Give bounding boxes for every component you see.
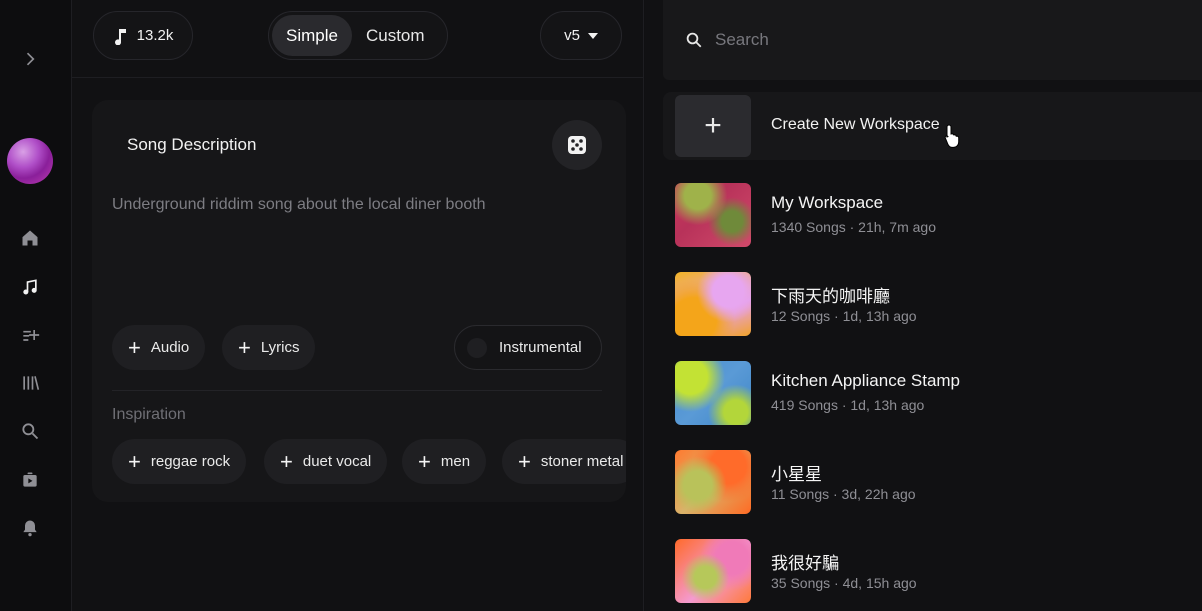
plus-icon: + [280,448,293,474]
workspace-thumbnail [675,539,751,603]
plus-icon: + [238,334,251,360]
plus-icon: + [128,448,141,474]
workspace-thumbnail [675,361,751,425]
workspace-meta: 1340 Songs · 21h, 7m ago [771,219,937,235]
add-audio-label: Audio [150,339,190,356]
credits-button[interactable]: 13.2k [93,11,193,60]
workspace-meta: 12 Songs · 1d, 13h ago [771,308,917,324]
create-topbar: 13.2k Simple Custom v5 [72,0,644,78]
plus-icon: + [418,448,431,474]
tag-label: duet vocal [302,453,372,470]
card-title: Song Description [127,135,257,154]
plus-icon: + [128,334,141,360]
tag-chip[interactable]: + reggae rock [112,439,247,484]
tag-chip[interactable]: + men [402,439,487,484]
song-description-input[interactable]: Underground riddim song about the local … [112,194,592,216]
library-icon[interactable] [18,371,42,395]
toggle-knob [467,337,487,358]
workspace-item[interactable]: 小星星 11 Songs · 3d, 22h ago [675,450,1195,516]
avatar[interactable] [7,138,53,184]
song-description-card: Song Description Underground riddim song… [92,100,626,502]
chevron-right-icon[interactable] [18,47,42,71]
plus-icon: + [675,95,751,157]
divider [112,390,602,391]
playlist-add-icon[interactable] [18,323,42,347]
app-window: 13.2k Simple Custom v5 Song Description [0,0,1202,611]
workspace-thumbnail [675,183,751,247]
add-lyrics-label: Lyrics [260,339,300,356]
music-note-icon [114,28,126,45]
tag-chip[interactable]: + duet vocal [264,439,388,484]
tag-chip[interactable]: + stoner metal [502,439,626,484]
instrumental-toggle[interactable]: Instrumental [454,325,602,370]
search-icon [686,32,702,48]
workspace-meta: 35 Songs · 4d, 15h ago [771,575,917,591]
create-music-icon[interactable] [18,275,42,299]
workspace-name: 小星星 [771,465,822,484]
tag-label: stoner metal [540,453,624,470]
bell-icon[interactable] [18,516,42,540]
workspace-name: 下雨天的咖啡廳 [771,287,890,306]
caret-down-icon [587,32,598,39]
workspace-meta: 11 Songs · 3d, 22h ago [771,486,916,502]
mode-toggle: Simple Custom [268,11,448,60]
instrumental-label: Instrumental [499,339,582,356]
workspace-item[interactable]: 我很好騙 35 Songs · 4d, 15h ago [675,539,1195,605]
workspace-name: My Workspace [771,193,884,212]
home-icon[interactable] [18,226,42,250]
workspace-meta: 419 Songs · 1d, 13h ago [771,397,925,413]
search-placeholder: Search [715,30,769,49]
workspace-thumbnail [675,450,751,514]
hand-cursor-icon [944,124,960,148]
mode-custom-button[interactable]: Custom [352,15,439,56]
sidebar [0,0,72,611]
tag-label: men [440,453,471,470]
workspace-panel: Search + Create New Workspace My Workspa… [645,0,1202,611]
tag-label: reggae rock [150,453,231,470]
credits-count: 13.2k [136,27,174,44]
add-audio-button[interactable]: + Audio [112,325,206,370]
version-dropdown[interactable]: v5 [540,11,622,60]
version-label: v5 [564,27,580,44]
inspiration-label: Inspiration [112,406,186,423]
workspace-name: Kitchen Appliance Stamp [771,371,961,390]
plus-icon: + [518,448,531,474]
workspace-item[interactable]: Kitchen Appliance Stamp 419 Songs · 1d, … [675,361,1195,427]
mode-simple-button[interactable]: Simple [272,15,352,56]
workspace-name: 我很好騙 [771,554,839,573]
create-panel: 13.2k Simple Custom v5 Song Description [72,0,644,611]
dice-icon [568,136,586,154]
search-icon[interactable] [18,419,42,443]
create-workspace-button[interactable]: + Create New Workspace [663,92,1202,160]
create-workspace-label: Create New Workspace [771,116,940,133]
random-dice-button[interactable] [552,120,602,170]
video-icon[interactable] [18,468,42,492]
add-lyrics-button[interactable]: + Lyrics [222,325,316,370]
search-input[interactable]: Search [663,0,1202,80]
workspace-item[interactable]: 下雨天的咖啡廳 12 Songs · 1d, 13h ago [675,272,1195,338]
workspace-thumbnail [675,272,751,336]
workspace-item[interactable]: My Workspace 1340 Songs · 21h, 7m ago [675,183,1195,249]
